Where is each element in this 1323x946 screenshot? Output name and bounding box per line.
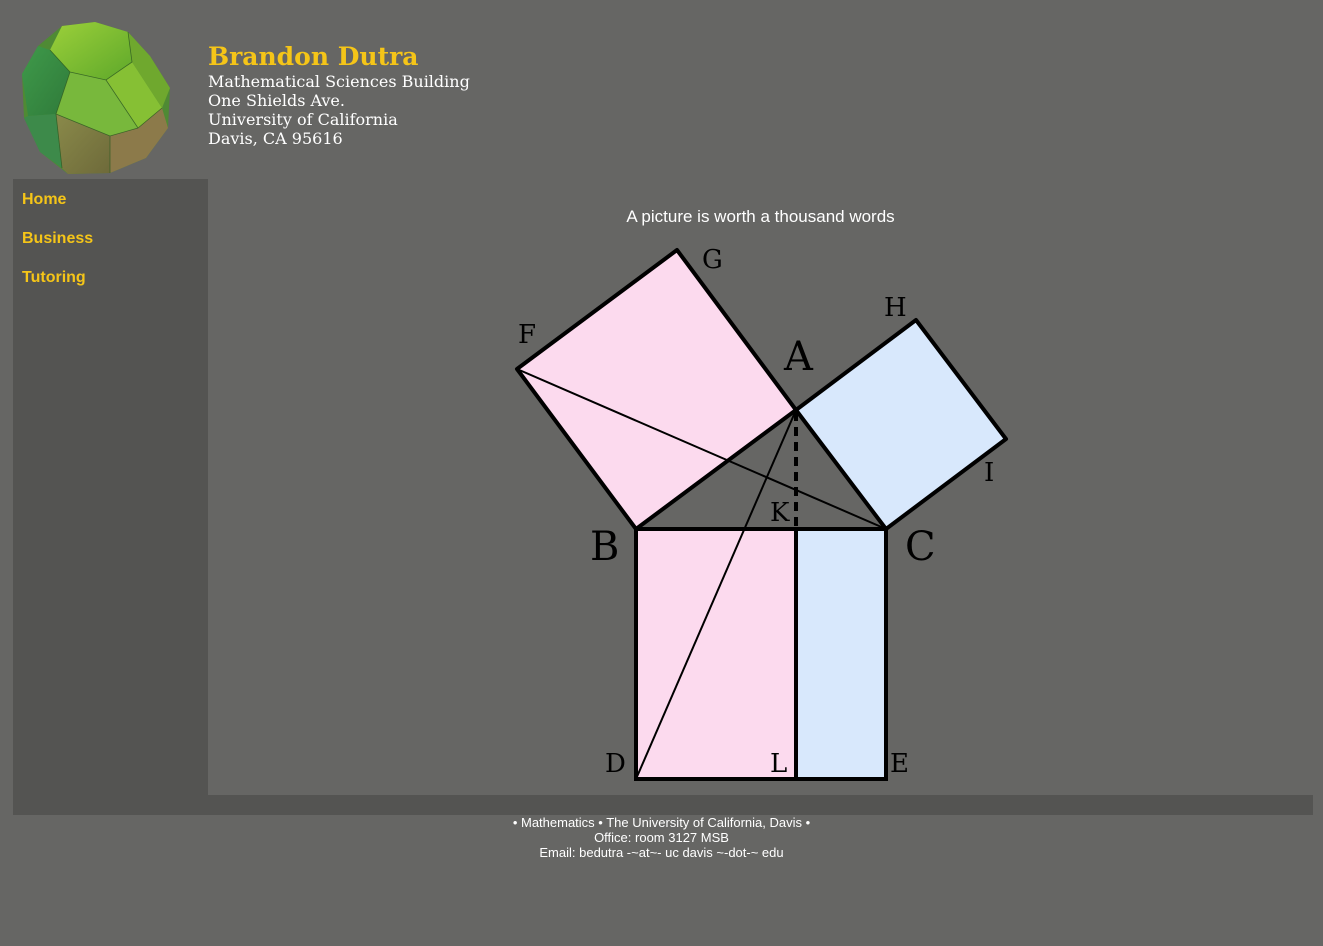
rect-kcel bbox=[796, 529, 886, 779]
label-g: G bbox=[702, 245, 723, 275]
label-b: B bbox=[590, 524, 619, 570]
label-k: K bbox=[770, 498, 790, 528]
footer-office: Office: room 3127 MSB bbox=[594, 830, 729, 845]
footer-department: • Mathematics • The University of Califo… bbox=[512, 815, 811, 830]
label-d: D bbox=[605, 749, 626, 779]
footer-email: Email: bedutra -~at~- uc davis ~-dot-~ e… bbox=[539, 845, 784, 860]
label-h: H bbox=[884, 293, 907, 323]
site-header: Brandon Dutra Mathematical Sciences Buil… bbox=[208, 42, 470, 148]
nav-link-business[interactable]: Business bbox=[22, 230, 93, 248]
label-a: A bbox=[783, 334, 814, 380]
label-l: L bbox=[770, 749, 787, 779]
pythagorean-proof-figure: A B C D E F G H I K L bbox=[515, 245, 1008, 781]
label-i: I bbox=[984, 458, 994, 488]
polyhedron-logo-icon bbox=[22, 22, 170, 174]
rect-bkld bbox=[636, 529, 796, 779]
site-name: Brandon Dutra bbox=[208, 42, 419, 71]
address-line-building: Mathematical Sciences Building bbox=[208, 72, 470, 91]
label-c: C bbox=[905, 524, 936, 570]
content-bottom-bar bbox=[208, 795, 1313, 815]
address-line-university: University of California bbox=[208, 110, 398, 129]
square-achi bbox=[794, 318, 1008, 531]
page-footer: • Mathematics • The University of Califo… bbox=[0, 815, 1323, 860]
nav-link-home[interactable]: Home bbox=[22, 191, 66, 209]
label-e: E bbox=[890, 749, 909, 779]
address-line-street: One Shields Ave. bbox=[208, 91, 345, 110]
sidebar-nav: Home Business Tutoring bbox=[13, 179, 208, 815]
figure-caption: A picture is worth a thousand words bbox=[626, 207, 895, 226]
nav-link-tutoring[interactable]: Tutoring bbox=[22, 269, 86, 287]
label-f: F bbox=[518, 320, 536, 350]
address-line-city: Davis, CA 95616 bbox=[208, 129, 343, 148]
square-abfg bbox=[515, 248, 798, 531]
